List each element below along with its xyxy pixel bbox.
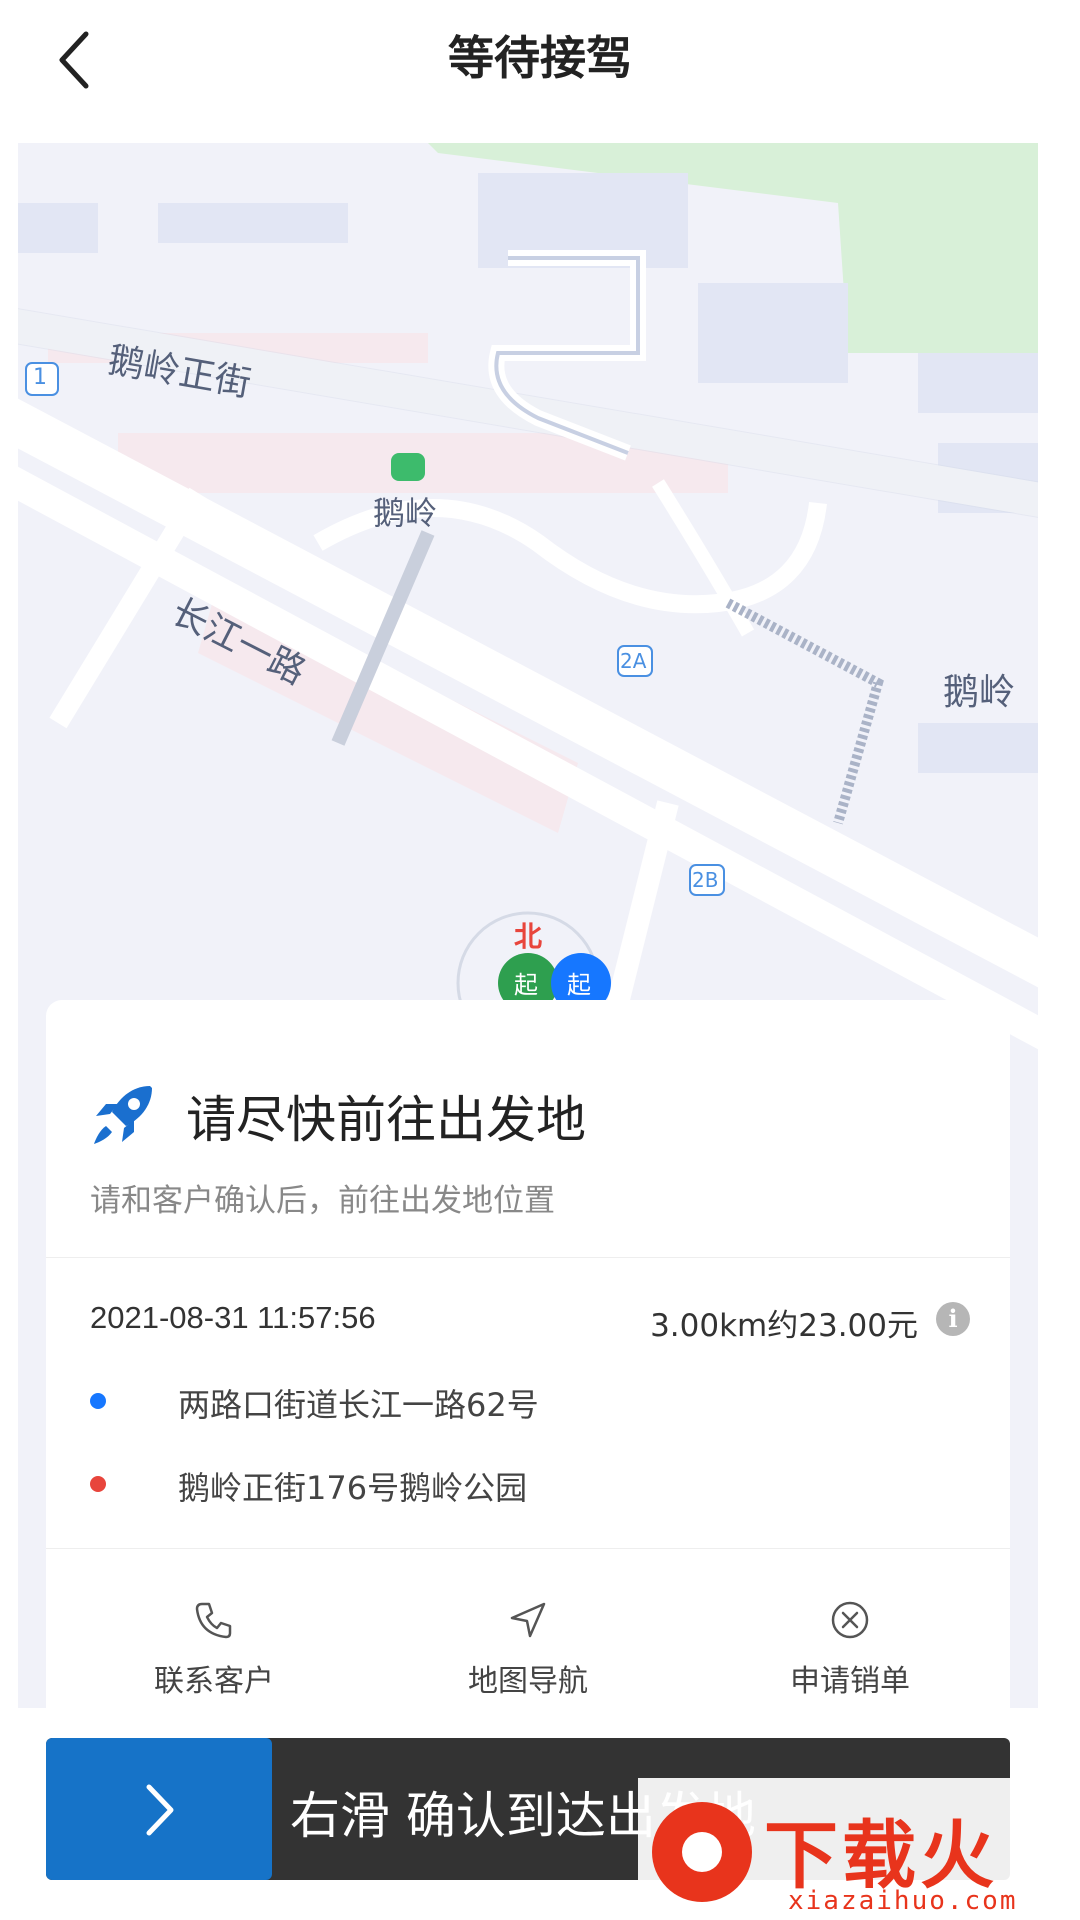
action-label: 申请销单 bbox=[790, 1664, 910, 1699]
card-header: 请尽快前往出发地 请和客户确认后，前往出发地位置 bbox=[46, 1000, 1010, 1258]
watermark: 下载火 xiazaihuo.com bbox=[638, 1778, 1080, 1920]
action-label: 联系客户 bbox=[154, 1664, 274, 1699]
start-marker: 起 bbox=[567, 971, 591, 999]
watermark-logo-icon bbox=[652, 1802, 752, 1902]
rocket-icon bbox=[94, 1086, 152, 1144]
cancel-order-button[interactable]: 申请销单 bbox=[740, 1548, 960, 1708]
start-marker: 起 bbox=[514, 971, 538, 999]
origin-dot bbox=[90, 1393, 106, 1409]
slider-handle[interactable] bbox=[46, 1738, 272, 1880]
poi-label: 鹅岭 bbox=[373, 494, 438, 532]
close-circle-icon bbox=[831, 1601, 869, 1639]
card-title: 请尽快前往出发地 bbox=[186, 1091, 586, 1149]
page-title: 等待接驾 bbox=[448, 31, 632, 85]
exit-badge: 1 bbox=[33, 365, 47, 390]
north-marker: 北 bbox=[514, 920, 543, 953]
order-info: 2021-08-31 11:57:56 3.00km约23.00元 i 两路口街… bbox=[46, 1258, 1010, 1549]
origin-address: 两路口街道长江一路62号 bbox=[178, 1386, 539, 1424]
contact-customer-button[interactable]: 联系客户 bbox=[104, 1548, 324, 1708]
distance-fare: 3.00km约23.00元 bbox=[650, 1308, 918, 1344]
header: 等待接驾 bbox=[0, 0, 1080, 140]
card-subtitle: 请和客户确认后，前往出发地位置 bbox=[90, 1183, 555, 1219]
info-icon[interactable]: i bbox=[936, 1302, 970, 1336]
destination-address: 鹅岭正街176号鹅岭公园 bbox=[178, 1469, 528, 1507]
watermark-url: xiazaihuo.com bbox=[788, 1886, 1018, 1916]
phone-icon bbox=[195, 1602, 232, 1639]
street-label: 鹅岭 bbox=[943, 672, 1016, 713]
order-card: 请尽快前往出发地 请和客户确认后，前往出发地位置 2021-08-31 11:5… bbox=[46, 1000, 1010, 1708]
destination-dot bbox=[90, 1476, 106, 1492]
order-time: 2021-08-31 11:57:56 bbox=[90, 1300, 376, 1335]
map-navigation-button[interactable]: 地图导航 bbox=[418, 1548, 638, 1708]
exit-badge: 2A bbox=[620, 649, 647, 673]
exit-badge: 2B bbox=[692, 868, 719, 892]
action-label: 地图导航 bbox=[468, 1664, 588, 1699]
navigation-arrow-icon bbox=[510, 1602, 546, 1638]
chevron-right-icon bbox=[146, 1784, 174, 1836]
action-bar: 联系客户 地图导航 申请销单 bbox=[46, 1548, 1010, 1708]
